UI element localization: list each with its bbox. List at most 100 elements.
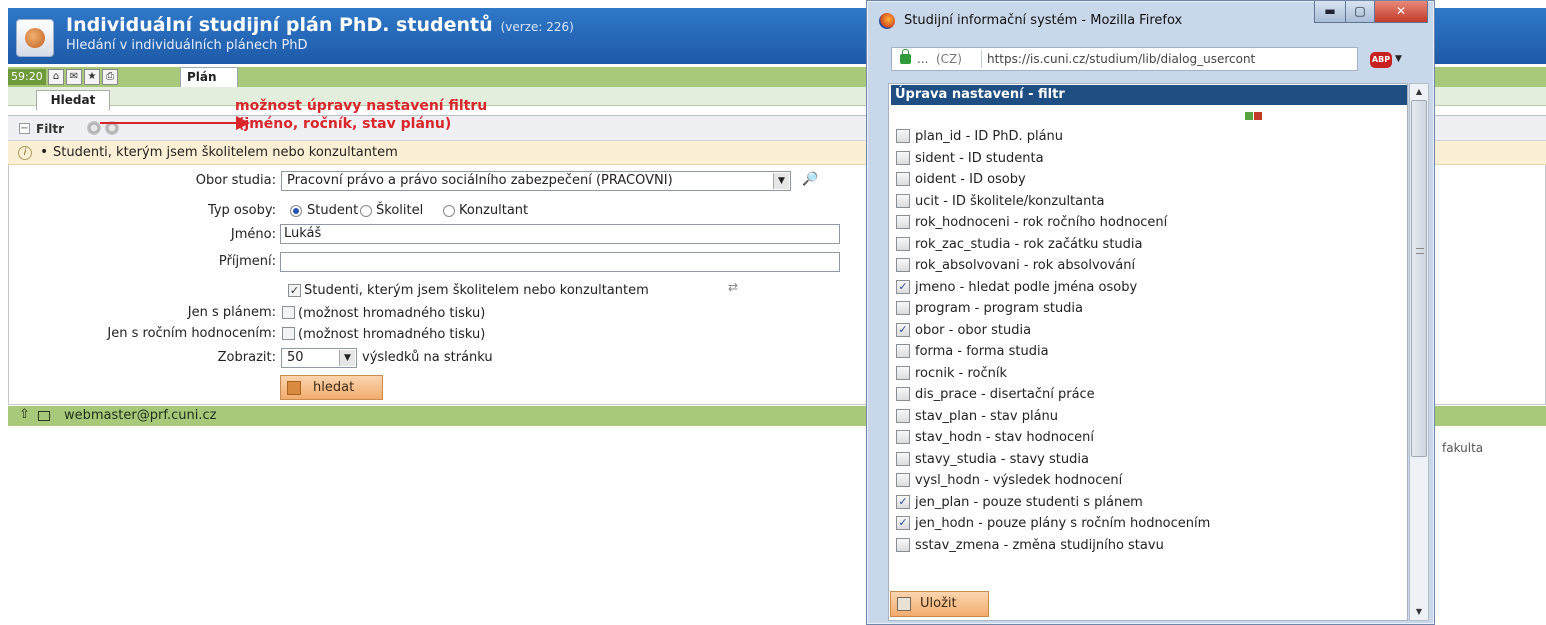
mail-icon[interactable]: ✉ <box>66 69 82 85</box>
scroll-down-icon[interactable]: ▼ <box>1410 604 1428 620</box>
home-icon[interactable]: ⌂ <box>48 69 64 85</box>
tab-plan[interactable]: Plán <box>180 67 238 87</box>
annotation-text-1: možnost úpravy nastavení filtru <box>235 98 488 114</box>
filter-option-row[interactable]: stav_plan - stav plánu <box>896 407 1396 427</box>
filter-option-checkbox[interactable] <box>896 236 910 251</box>
page-subtitle: Hledání v individuálních plánech PhD <box>66 38 308 53</box>
minimize-button[interactable]: ▬ <box>1314 1 1346 23</box>
filter-option-row[interactable]: oident - ID osoby <box>896 170 1396 190</box>
filter-option-row[interactable]: sident - ID studenta <box>896 149 1396 169</box>
filter-option-label: rok_absolvovani - rok absolvování <box>915 258 1136 273</box>
filter-option-row[interactable]: rok_hodnoceni - rok ročního hodnocení <box>896 213 1396 233</box>
search-button[interactable]: hledat <box>280 375 383 400</box>
print-icon[interactable]: ⎙ <box>102 69 118 85</box>
filter-option-row[interactable]: rok_zac_studia - rok začátku studia <box>896 235 1396 255</box>
check-all-icon[interactable] <box>1245 112 1253 120</box>
star-icon[interactable]: ★ <box>84 69 100 85</box>
radio-konzultant[interactable] <box>443 205 455 217</box>
check-all-controls[interactable] <box>1245 112 1263 122</box>
filter-option-row[interactable]: stav_hodn - stav hodnocení <box>896 428 1396 448</box>
obor-select[interactable]: Pracovní právo a právo sociálního zabezp… <box>281 171 791 191</box>
popup-scrollbar[interactable]: ▲ ▼ <box>1409 83 1429 621</box>
search-folder-icon[interactable]: 🔎 <box>802 172 818 187</box>
filter-option-checkbox[interactable] <box>896 215 910 229</box>
prijmeni-input[interactable] <box>280 252 840 272</box>
uncheck-all-icon[interactable] <box>1254 112 1262 120</box>
filter-option-checkbox[interactable] <box>896 129 910 143</box>
filter-option-row[interactable]: forma - forma studia <box>896 342 1396 362</box>
zobrazit-select[interactable]: 50 ▼ <box>281 348 357 368</box>
filter-option-checkbox[interactable] <box>896 387 910 401</box>
zobrazit-select-value: 50 <box>287 350 304 365</box>
filter-option-row[interactable]: program - program studia <box>896 299 1396 319</box>
filter-option-checkbox[interactable] <box>896 451 910 466</box>
radio-student-label: Student <box>307 203 359 218</box>
filter-option-checkbox[interactable] <box>896 344 910 358</box>
jen-hodn-checkbox[interactable] <box>282 327 295 340</box>
chevron-down-icon[interactable]: ▼ <box>1395 54 1402 64</box>
filter-option-checkbox[interactable]: ✓ <box>896 279 910 294</box>
filter-option-checkbox[interactable] <box>896 150 910 165</box>
prijmeni-label: Příjmení: <box>218 254 276 269</box>
filter-option-row[interactable]: sstav_zmena - změna studijního stavu <box>896 536 1396 556</box>
scroll-up-icon[interactable]: ▲ <box>1410 84 1428 100</box>
filter-option-label: jmeno - hledat podle jména osoby <box>915 279 1138 295</box>
popup-window-title: Studijní informační systém - Mozilla Fir… <box>904 13 1183 28</box>
filter-option-row[interactable]: ✓ obor - obor studia <box>896 321 1396 341</box>
filter-option-checkbox[interactable]: ✓ <box>896 322 910 337</box>
info-icon: i <box>18 146 32 160</box>
filter-option-checkbox[interactable] <box>896 301 910 315</box>
skolitel-checkbox-label: Studenti, kterým jsem školitelem nebo ko… <box>304 283 649 298</box>
filter-option-row[interactable]: rok_absolvovani - rok absolvování <box>896 256 1396 276</box>
jen-plan-checkbox[interactable] <box>282 306 295 319</box>
filter-option-label: plan_id - ID PhD. plánu <box>915 129 1064 144</box>
tab-hledat[interactable]: Hledat <box>36 90 110 110</box>
jmeno-input[interactable]: Lukáš <box>280 224 840 244</box>
filter-option-label: stav_hodn - stav hodnocení <box>915 430 1094 445</box>
filter-option-row[interactable]: plan_id - ID PhD. plánu <box>896 127 1396 147</box>
collapse-icon[interactable]: − <box>19 123 30 134</box>
maximize-button[interactable]: ▢ <box>1345 1 1375 23</box>
filter-option-row[interactable]: ucit - ID školitele/konzultanta <box>896 192 1396 212</box>
filter-option-checkbox[interactable]: ✓ <box>896 494 910 509</box>
save-button[interactable]: Uložit <box>890 591 989 617</box>
filter-option-checkbox[interactable] <box>896 430 910 444</box>
scroll-thumb[interactable] <box>1411 100 1427 457</box>
webmaster-email[interactable]: webmaster@prf.cuni.cz <box>64 408 216 423</box>
filter-option-row[interactable]: ✓ jmeno - hledat podle jména osoby <box>896 278 1396 298</box>
filter-option-checkbox[interactable] <box>896 473 910 487</box>
filter-option-checkbox[interactable] <box>896 172 910 186</box>
filter-option-checkbox[interactable] <box>896 193 910 208</box>
filter-option-label: jen_hodn - pouze plány s ročním hodnocen… <box>915 516 1211 531</box>
filter-option-checkbox[interactable] <box>896 258 910 272</box>
skolitel-checkbox[interactable]: ✓ <box>288 284 301 297</box>
filter-option-row[interactable]: vysl_hodn - výsledek hodnocení <box>896 471 1396 491</box>
filter-option-row[interactable]: dis_prace - disertační práce <box>896 385 1396 405</box>
close-button[interactable]: ✕ <box>1374 1 1428 23</box>
filter-option-row[interactable]: ✓ jen_plan - pouze studenti s plánem <box>896 493 1396 513</box>
filter-option-checkbox[interactable]: ✓ <box>896 516 910 530</box>
lock-icon <box>900 49 911 64</box>
filter-option-checkbox[interactable] <box>896 365 910 380</box>
filter-option-row[interactable]: ✓ jen_hodn - pouze plány s ročním hodnoce… <box>896 514 1396 534</box>
swap-icon[interactable]: ⇄ <box>728 280 738 294</box>
filter-option-checkbox[interactable] <box>896 408 910 423</box>
adblock-icon[interactable]: ABP <box>1370 52 1392 68</box>
zobrazit-suffix: výsledků na stránku <box>362 350 493 365</box>
filter-option-label: program - program studia <box>915 301 1084 316</box>
filter-option-label: sstav_zmena - změna studijního stavu <box>915 537 1164 553</box>
filter-option-checkbox[interactable] <box>896 537 910 552</box>
url-bar[interactable]: ... (CZ) https://is.cuni.cz/studium/lib/… <box>891 47 1358 71</box>
filter-option-label: stav_plan - stav plánu <box>915 408 1059 424</box>
filter-option-label: forma - forma studia <box>915 344 1049 359</box>
filter-option-row[interactable]: rocnik - ročník <box>896 364 1396 384</box>
radio-konzultant-label: Konzultant <box>459 203 529 218</box>
radio-skolitel-label: Školitel <box>376 203 424 218</box>
url-text: https://is.cuni.cz/studium/lib/dialog_us… <box>987 52 1256 66</box>
arrow-up-icon[interactable]: ⇧ <box>19 407 30 422</box>
radio-student[interactable] <box>290 205 302 217</box>
save-button-label: Uložit <box>920 596 957 611</box>
filter-option-row[interactable]: stavy_studia - stavy studia <box>896 450 1396 470</box>
annotation-text-2: (jméno, ročník, stav plánu) <box>238 116 452 132</box>
radio-skolitel[interactable] <box>360 205 372 217</box>
